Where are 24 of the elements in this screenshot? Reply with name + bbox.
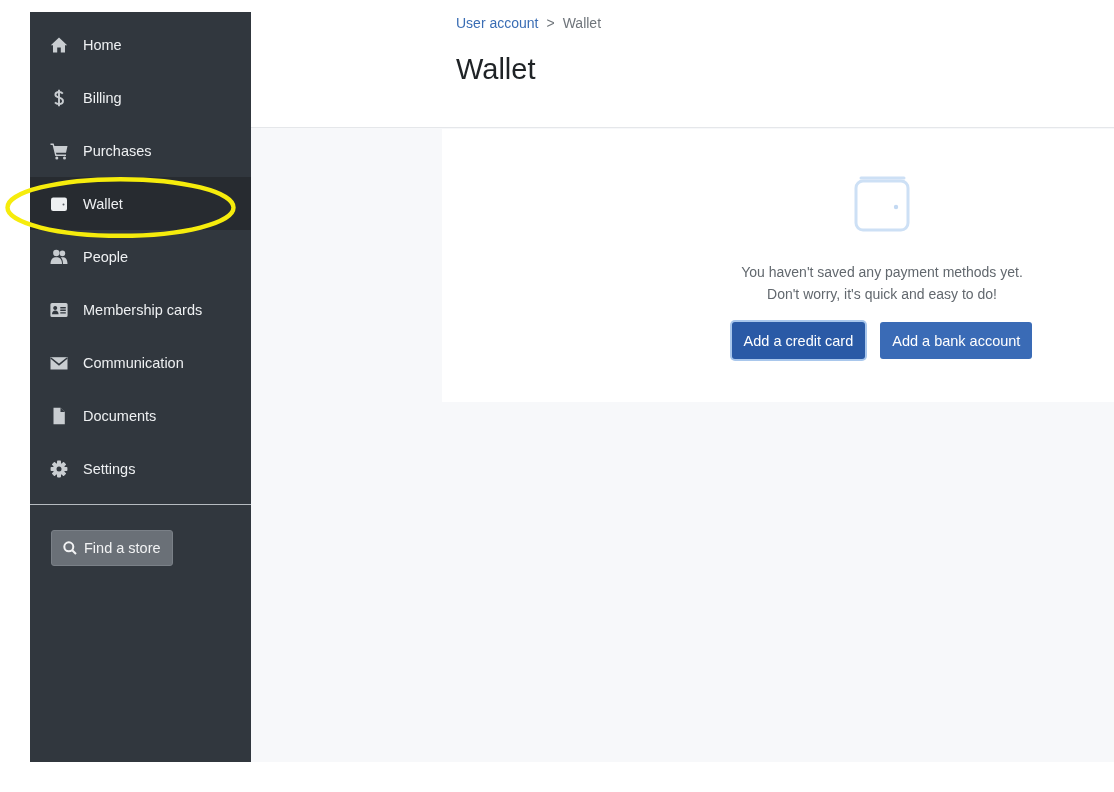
- breadcrumb-current: Wallet: [562, 14, 602, 33]
- sidebar-item[interactable]: Settings: [30, 442, 251, 495]
- page-title: Wallet: [456, 52, 536, 87]
- sidebar-item[interactable]: Membership cards: [30, 283, 251, 336]
- sidebar-item[interactable]: Billing: [30, 71, 251, 124]
- search-icon: [63, 541, 77, 555]
- add-credit-card-button[interactable]: Add a credit card: [731, 322, 866, 359]
- wallet-icon: [854, 176, 910, 232]
- empty-state-text: Don't worry, it's quick and easy to do!: [767, 285, 997, 304]
- gear-icon: [50, 459, 68, 478]
- breadcrumb-link[interactable]: User account: [456, 13, 539, 33]
- sidebar-item[interactable]: Home: [30, 18, 251, 71]
- sidebar-item[interactable]: Documents: [30, 389, 251, 442]
- find-store-button[interactable]: Find a store: [51, 530, 173, 566]
- sidebar-item[interactable]: Purchases: [30, 124, 251, 177]
- cart-icon: [50, 141, 68, 160]
- id-card-icon: [50, 300, 68, 319]
- sidebar-item[interactable]: Communication: [30, 336, 251, 389]
- sidebar-item[interactable]: People: [30, 230, 251, 283]
- people-icon: [50, 247, 68, 266]
- home-icon: [50, 35, 68, 54]
- add-bank-account-button[interactable]: Add a bank account: [880, 322, 1033, 359]
- breadcrumb-separator: >: [546, 14, 555, 33]
- empty-state-text: You haven't saved any payment methods yet.: [741, 263, 1023, 282]
